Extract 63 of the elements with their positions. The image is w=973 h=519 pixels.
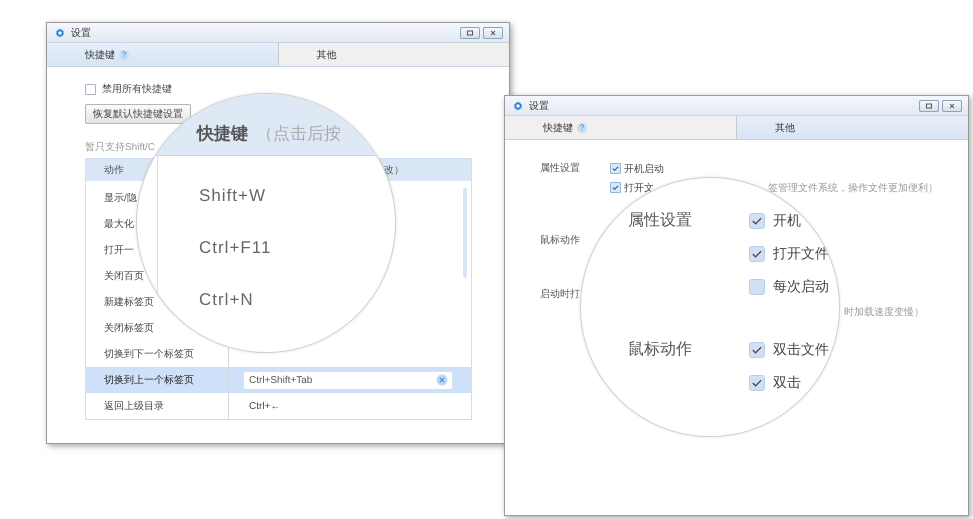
tab[interactable]: 快捷键 ? bbox=[47, 43, 278, 66]
close-icon bbox=[947, 102, 957, 108]
shortcut-input-field[interactable]: Ctrl+Shift+Tab bbox=[244, 372, 452, 388]
checkbox-label: 每次启动 bbox=[773, 278, 829, 296]
section-label: 启动时打 bbox=[540, 288, 581, 302]
checkbox-label: 双击 bbox=[773, 374, 801, 392]
action-cell[interactable]: 切换到上一个标签页 bbox=[104, 373, 194, 387]
section-label: 属性设置 bbox=[627, 211, 693, 231]
checkbox-label: 开机 bbox=[773, 212, 801, 230]
settings-icon bbox=[513, 100, 523, 110]
checkbox[interactable] bbox=[85, 84, 96, 94]
checkbox[interactable] bbox=[610, 182, 621, 193]
option-note: 时加载速度变慢） bbox=[844, 306, 924, 319]
action-cell[interactable]: 新建标签页 bbox=[104, 295, 154, 309]
restore-icon bbox=[465, 30, 475, 36]
restore-icon bbox=[924, 102, 934, 108]
shortcut-cell: Ctrl+F11 bbox=[199, 238, 272, 258]
checkbox[interactable] bbox=[749, 374, 765, 390]
action-cell[interactable]: 返回上级目录 bbox=[104, 399, 164, 413]
shortcut-cell: Shift+W bbox=[199, 186, 266, 206]
settings-icon bbox=[55, 28, 65, 38]
tab[interactable]: 其他 bbox=[278, 43, 509, 66]
close-button[interactable] bbox=[483, 26, 503, 38]
column-header: 动作 bbox=[103, 164, 125, 177]
window-title: 设置 bbox=[529, 100, 549, 112]
restore-button[interactable] bbox=[919, 100, 939, 112]
tab[interactable]: 其他 bbox=[737, 116, 968, 139]
checkbox[interactable] bbox=[749, 246, 765, 262]
checkbox-label: 开机启动 bbox=[624, 162, 664, 176]
action-cell[interactable]: 关闭百页 bbox=[104, 269, 144, 283]
shortcut-cell-text: Ctrl+← bbox=[248, 400, 280, 412]
column-header: 快捷键 bbox=[197, 123, 248, 145]
option-note: 签管理文件系统，操作文件更加便利） bbox=[768, 182, 938, 194]
section-label: 鼠标动作 bbox=[540, 234, 581, 248]
checkbox[interactable] bbox=[749, 212, 765, 228]
check-icon bbox=[611, 183, 620, 192]
section-label: 鼠标动作 bbox=[627, 340, 693, 360]
action-cell[interactable]: 切换到下一个标签页 bbox=[104, 347, 194, 361]
action-cell[interactable]: 关闭标签页 bbox=[104, 321, 154, 335]
action-cell[interactable]: 显示/隐 bbox=[104, 191, 137, 205]
shortcut-cell: Ctrl+N bbox=[199, 290, 254, 310]
checkbox-label: 禁用所有快捷键 bbox=[102, 82, 172, 96]
close-button[interactable] bbox=[942, 100, 962, 112]
action-cell[interactable]: 最大化 bbox=[104, 217, 134, 231]
checkbox[interactable] bbox=[610, 163, 621, 174]
checkbox[interactable] bbox=[749, 278, 765, 294]
close-icon bbox=[488, 30, 498, 36]
restore-defaults-button[interactable]: 恢复默认快捷键设置 bbox=[85, 104, 191, 124]
checkbox[interactable] bbox=[749, 342, 765, 358]
scrollbar[interactable] bbox=[463, 188, 467, 278]
check-icon bbox=[611, 164, 620, 173]
window-title: 设置 bbox=[71, 26, 91, 40]
clear-icon[interactable] bbox=[436, 374, 448, 386]
restore-button[interactable] bbox=[460, 26, 480, 38]
selected-row[interactable]: 切换到上一个标签页 Ctrl+Shift+Tab bbox=[86, 367, 471, 393]
tab[interactable]: 快捷键 ? bbox=[505, 116, 737, 139]
column-header: 改） bbox=[383, 164, 405, 177]
column-header-note: （点击后按 bbox=[256, 123, 341, 145]
hint-text: 暂只支持Shift/C bbox=[85, 142, 156, 154]
checkbox-label: 双击文件 bbox=[773, 340, 829, 358]
action-cell[interactable]: 打开一 bbox=[104, 243, 134, 257]
checkbox-label: 打开文件 bbox=[773, 244, 829, 262]
section-label: 属性设置 bbox=[540, 162, 581, 176]
